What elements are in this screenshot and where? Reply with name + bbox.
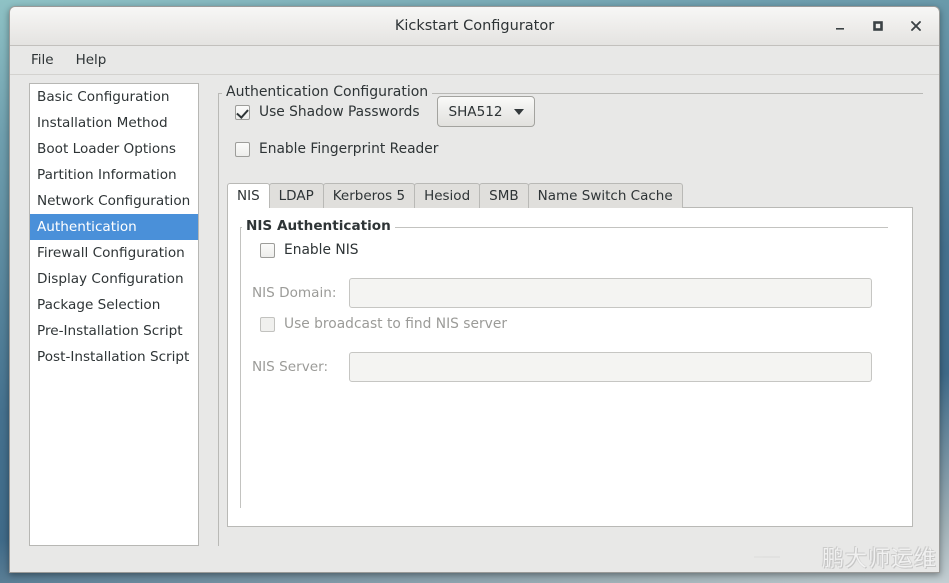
use-shadow-passwords-label: Use Shadow Passwords [259, 104, 420, 120]
sidebar-item-network-configuration[interactable]: Network Configuration [30, 188, 198, 214]
authentication-configuration-title: Authentication Configuration [222, 84, 433, 100]
maximize-icon[interactable] [865, 13, 891, 39]
tab-panel-nis: NIS Authentication Enable NIS NIS Domain… [227, 207, 913, 527]
nis-server-input[interactable] [349, 352, 872, 382]
sidebar-item-package-selection[interactable]: Package Selection [30, 292, 198, 318]
enable-nis-checkbox[interactable] [260, 242, 275, 258]
sidebar-item-boot-loader-options[interactable]: Boot Loader Options [30, 136, 198, 162]
menu-item-file[interactable]: File [20, 49, 65, 71]
enable-nis-row[interactable]: Enable NIS [260, 242, 359, 258]
nis-server-row: NIS Server: [252, 352, 872, 382]
application-window: Kickstart Configurator File Help Basic C… [9, 6, 940, 573]
authentication-configuration-group: Authentication Configuration Use Shadow … [218, 84, 923, 546]
sidebar-item-pre-installation-script[interactable]: Pre-Installation Script [30, 318, 198, 344]
window-body: Basic Configuration Installation Method … [10, 75, 939, 572]
sidebar-item-firewall-configuration[interactable]: Firewall Configuration [30, 240, 198, 266]
nis-domain-label: NIS Domain: [252, 285, 337, 301]
authentication-tabs: NIS LDAP Kerberos 5 Hesiod SMB Name Swit… [227, 182, 913, 527]
navigation-list[interactable]: Basic Configuration Installation Method … [29, 83, 199, 546]
nis-server-label: NIS Server: [252, 359, 329, 375]
enable-nis-label: Enable NIS [284, 242, 359, 258]
sidebar-item-authentication[interactable]: Authentication [30, 214, 198, 240]
use-shadow-passwords-checkbox[interactable] [235, 104, 250, 120]
enable-fingerprint-reader-checkbox[interactable] [235, 141, 250, 157]
tab-smb[interactable]: SMB [479, 183, 529, 208]
sidebar-item-post-installation-script[interactable]: Post-Installation Script [30, 344, 198, 370]
enable-fingerprint-reader-row[interactable]: Enable Fingerprint Reader [235, 141, 438, 157]
minimize-icon[interactable] [827, 13, 853, 39]
tab-name-switch-cache[interactable]: Name Switch Cache [527, 183, 683, 208]
sidebar-item-basic-configuration[interactable]: Basic Configuration [30, 84, 198, 110]
password-encryption-value: SHA512 [448, 103, 503, 120]
tab-kerberos-5[interactable]: Kerberos 5 [322, 183, 416, 208]
nis-authentication-group: NIS Authentication Enable NIS NIS Domain… [240, 218, 888, 508]
nis-domain-row: NIS Domain: [252, 278, 872, 308]
sidebar-item-display-configuration[interactable]: Display Configuration [30, 266, 198, 292]
tab-strip: NIS LDAP Kerberos 5 Hesiod SMB Name Swit… [227, 182, 913, 208]
sidebar-item-partition-information[interactable]: Partition Information [30, 162, 198, 188]
use-broadcast-checkbox[interactable] [260, 316, 275, 332]
menu-bar: File Help [10, 46, 939, 75]
use-broadcast-row[interactable]: Use broadcast to find NIS server [260, 316, 507, 332]
tab-nis[interactable]: NIS [227, 183, 270, 208]
use-shadow-passwords-row[interactable]: Use Shadow Passwords [235, 104, 420, 120]
password-encryption-select[interactable]: SHA512 [437, 96, 535, 127]
window-controls [827, 7, 929, 45]
title-bar: Kickstart Configurator [10, 7, 939, 46]
enable-fingerprint-reader-label: Enable Fingerprint Reader [259, 141, 439, 157]
nis-domain-input[interactable] [349, 278, 872, 308]
desktop-background: Kickstart Configurator File Help Basic C… [0, 0, 949, 583]
use-broadcast-label: Use broadcast to find NIS server [284, 316, 507, 332]
tab-hesiod[interactable]: Hesiod [414, 183, 481, 208]
nis-authentication-title: NIS Authentication [242, 218, 395, 234]
close-icon[interactable] [903, 13, 929, 39]
tab-ldap[interactable]: LDAP [268, 183, 324, 208]
menu-item-help[interactable]: Help [65, 49, 118, 71]
content-pane: Authentication Configuration Use Shadow … [208, 75, 939, 572]
sidebar-item-installation-method[interactable]: Installation Method [30, 110, 198, 136]
chevron-down-icon [513, 108, 524, 115]
window-title: Kickstart Configurator [394, 18, 555, 34]
